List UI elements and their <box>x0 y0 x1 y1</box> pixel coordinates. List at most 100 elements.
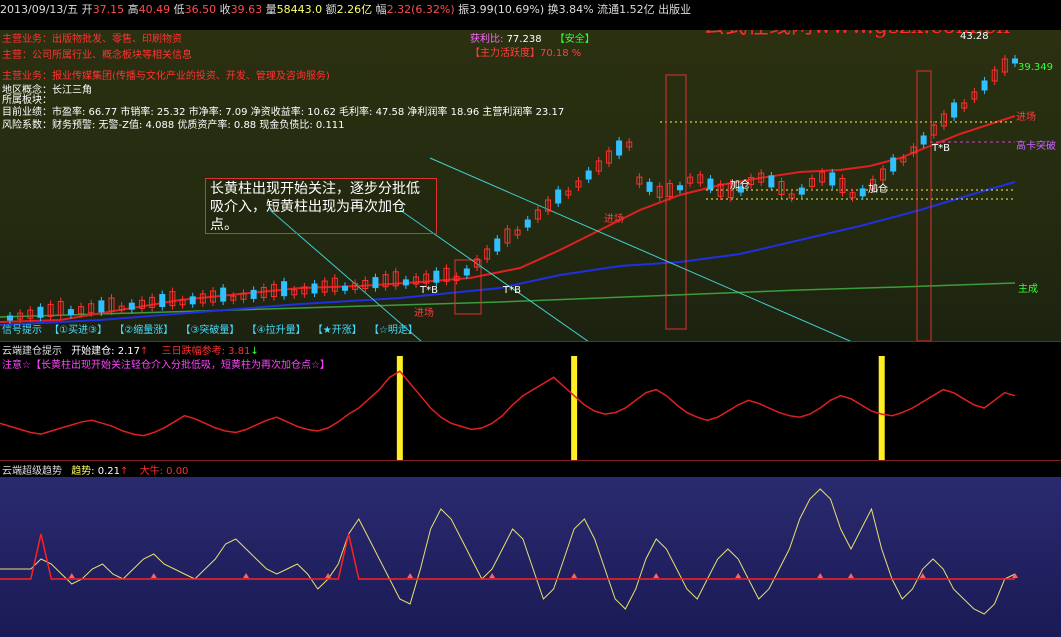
candle-body <box>707 178 714 190</box>
up-arrow-marker <box>847 573 854 578</box>
info-line-1: 主营业务：出版物批发、零售、印刷物资 <box>2 34 182 45</box>
candle-body <box>829 172 836 186</box>
activity-ratio: 【主力活跃度】70.18 % <box>470 48 582 59</box>
candle-body <box>677 185 683 191</box>
quote-header: 2013/09/13/五 开37.15 高40.49 低36.50 收39.63… <box>0 3 692 16</box>
up-arrow-marker <box>407 573 414 578</box>
up-arrow-marker <box>243 573 250 578</box>
arrow-up-icon: ↑ <box>120 466 129 477</box>
build-position-line <box>0 370 1016 437</box>
candle-body <box>616 140 623 156</box>
candle-body <box>859 188 866 197</box>
candle-body <box>128 302 135 310</box>
panel2-header: 云端建仓提示 开始建仓: 2.17↑ 三日跌幅参考: 3.81↓ <box>2 346 259 357</box>
signal-label: 信号提示 <box>2 325 42 336</box>
signal-item-shrink[interactable]: 【②缩量涨】 <box>114 325 173 336</box>
up-arrow-marker <box>571 573 578 578</box>
panel3-big-value: 0.00 <box>166 466 189 477</box>
quote-amount: 2.26亿 <box>336 3 373 16</box>
candle-body <box>372 277 379 289</box>
signal-box <box>665 74 687 330</box>
quote-float: 1.52亿 <box>619 3 655 16</box>
candle-body <box>768 175 775 188</box>
candle-body <box>7 315 13 321</box>
candle-body <box>798 187 805 195</box>
quote-turnover: 3.84% <box>558 3 594 16</box>
candle-body <box>159 294 166 307</box>
enter-label-1: 进场 <box>1016 112 1036 123</box>
signal-item-buy[interactable]: 【①买进③】 <box>49 325 107 336</box>
candle-body <box>250 289 257 299</box>
signal-box <box>916 70 932 342</box>
candle-body <box>220 287 227 302</box>
candle-body <box>433 270 440 283</box>
up-arrow-marker <box>653 573 660 578</box>
bull-line <box>0 533 1015 580</box>
candle-body <box>37 306 44 318</box>
candle-body <box>67 309 74 316</box>
candle-body <box>646 181 653 192</box>
price-peak-label: 43.28 <box>960 31 989 42</box>
super-trend-panel[interactable]: 云端超级趋势 趋势: 0.21↑ 大牛: 0.00 <box>0 461 1061 637</box>
quote-sector: 出版业 <box>658 3 692 16</box>
quote-date: 2013/09/13/五 <box>0 3 79 16</box>
candle-body <box>981 80 988 91</box>
up-arrow-marker <box>735 573 742 578</box>
add-label-2: 加仓 <box>868 184 888 195</box>
candle-body <box>951 102 958 118</box>
quote-open: 37.15 <box>92 3 125 16</box>
candle-body <box>402 279 409 286</box>
candle-body <box>1012 58 1018 64</box>
quote-close: 39.63 <box>230 3 263 16</box>
build-position-panel[interactable]: 云端建仓提示 开始建仓: 2.17↑ 三日跌幅参考: 3.81↓ 注意☆【长黄柱… <box>0 342 1061 460</box>
candle-body <box>920 135 927 145</box>
price-last-label: 39.349 <box>1018 62 1053 73</box>
quote-high: 40.49 <box>138 3 171 16</box>
panel3-title: 云端超级趋势 <box>2 466 62 477</box>
enter-label-3: 进场 <box>414 308 434 319</box>
quote-low: 36.50 <box>184 3 217 16</box>
tb-label-2: T*B <box>503 285 521 296</box>
up-arrow-marker <box>150 573 157 578</box>
candle-body <box>524 219 531 228</box>
candle-body <box>342 285 348 291</box>
candle-body <box>555 189 562 204</box>
highlight-bar <box>878 356 885 460</box>
signal-item-break[interactable]: 【③突破量】 <box>180 325 239 336</box>
signal-item-clear[interactable]: 【☆明走】 <box>369 325 418 336</box>
candle-body <box>585 170 592 180</box>
main-label: 主成 <box>1018 284 1038 295</box>
candle-body <box>494 238 501 252</box>
candle-body <box>890 157 897 172</box>
quote-amplitude: 3.99(10.69%) <box>469 3 545 16</box>
enter-label-2: 进场 <box>604 214 624 225</box>
signal-item-start[interactable]: 【★开涨】 <box>313 325 362 336</box>
quote-change: 2.32(6.32%) <box>386 3 455 16</box>
panel2-notice: 注意☆【长黄柱出现开始关注轻仓介入分批低吸，短黄柱为再次加仓点☆】 <box>2 360 330 371</box>
price-panel[interactable]: 公式在线网www.gszx.com.cn 主营业务：出版物批发、零售、印刷物资 … <box>0 30 1061 342</box>
quote-volume: 58443.0 <box>276 3 323 16</box>
profit-ratio: 获利比: 77.238 【安全】 <box>470 34 595 45</box>
candle-body <box>281 281 288 297</box>
info-line-7: 风险系数：财务预警: 无警-Z值: 4.088 优质资产率: 0.88 现金负债… <box>2 120 345 131</box>
add-label-1: 加仓 <box>730 180 750 191</box>
candle-body <box>98 300 105 313</box>
up-arrow-marker <box>489 573 496 578</box>
candle-body <box>189 296 196 305</box>
candle-body <box>463 268 470 276</box>
super-trend-chart[interactable] <box>0 461 1061 637</box>
info-line-2: 主营：公司所属行业、概念板块等相关信息 <box>2 50 192 61</box>
up-arrow-marker <box>817 573 824 578</box>
highlight-bar <box>571 356 578 460</box>
top-break-label: 高卡突破 <box>1016 141 1056 152</box>
up-arrow-marker <box>68 573 75 578</box>
trend-line <box>0 488 1016 615</box>
info-line-3: 主营业务：报业传媒集团(传播与文化产业的投资、开发、管理及咨询服务) <box>2 71 330 82</box>
signal-bar: 信号提示 【①买进③】 【②缩量涨】 【③突破量】 【④拉升量】 【★开涨】 【… <box>2 321 422 336</box>
candle-body <box>311 283 318 294</box>
tb-label-1: T*B <box>932 143 950 154</box>
annotation-box: 长黄柱出现开始关注，逐步分批低吸介入，短黄柱出现为再次加仓点。 <box>205 178 437 234</box>
panel3-trend-value: 0.21 <box>97 466 121 477</box>
panel3-header: 云端超级趋势 趋势: 0.21↑ 大牛: 0.00 <box>2 466 189 477</box>
signal-item-rise[interactable]: 【④拉升量】 <box>247 325 306 336</box>
